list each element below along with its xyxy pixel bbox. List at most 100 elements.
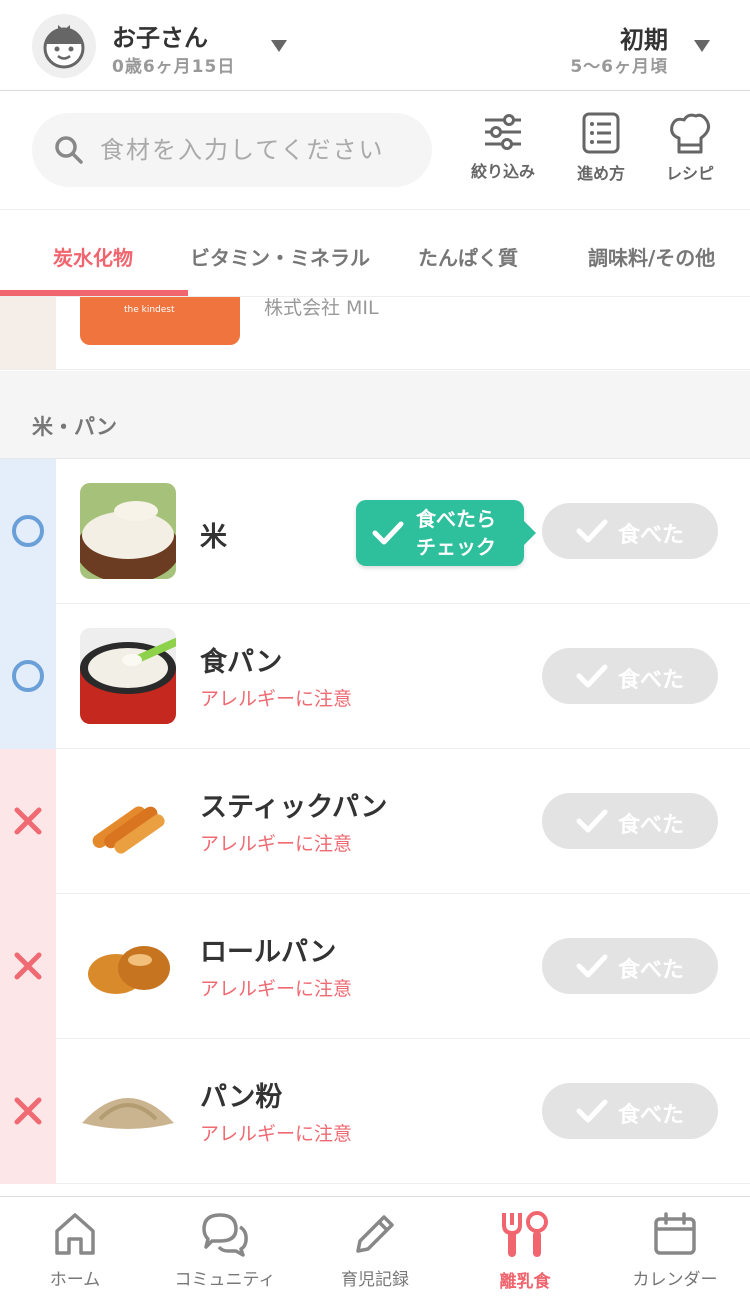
promo-brand-text: the kindest [124, 305, 175, 315]
active-tab-indicator [0, 290, 188, 296]
stage-name[interactable]: 初期 [620, 20, 668, 55]
child-age: 0歳6ヶ月15日 [112, 57, 236, 77]
nav-calendar-label: カレンダー [632, 1270, 718, 1290]
search-input[interactable] [100, 131, 410, 169]
home-icon [55, 1213, 95, 1255]
tooltip-line-1: 食べたら [416, 507, 496, 531]
food-name: 食パン [200, 647, 283, 678]
sliders-icon [485, 114, 521, 150]
ate-label: 食べた [618, 958, 685, 983]
baby-face-icon [43, 25, 85, 69]
recipe-label: レシピ [665, 164, 714, 183]
ate-button[interactable]: 食べた [542, 648, 718, 704]
child-dropdown-icon[interactable] [271, 40, 287, 52]
ate-button[interactable]: 食べた [542, 938, 718, 994]
ate-button[interactable]: 食べた [542, 793, 718, 849]
chef-hat-icon [670, 113, 710, 154]
ate-button[interactable]: 食べた [542, 503, 718, 559]
calendar-icon [654, 1212, 696, 1255]
child-avatar[interactable] [32, 14, 96, 78]
food-photo-breadcrumbs [80, 1063, 176, 1159]
tab-vitamins-minerals[interactable]: ビタミン・ミネラル [190, 242, 370, 271]
food-name: ロールパン [200, 937, 337, 968]
app: お子さん 0歳6ヶ月15日 初期 5〜6ヶ月頃 絞り込み [0, 0, 750, 1296]
cross-icon [14, 807, 42, 835]
status-cell [0, 749, 56, 894]
bottom-nav: ホーム コミュニティ 育児記録 離乳食 カレンダー [0, 1196, 750, 1296]
allergy-warning: アレルギーに注意 [200, 833, 353, 855]
nav-baby-food-label: 離乳食 [499, 1272, 551, 1292]
food-name: パン粉 [200, 1082, 283, 1113]
filter-label: 絞り込み [470, 162, 535, 181]
check-icon [576, 519, 608, 543]
category-tabs: 炭水化物 ビタミン・ミネラル たんぱく質 調味料/その他 [0, 211, 750, 297]
nav-calendar[interactable]: カレンダー [600, 1211, 750, 1291]
food-photo-bread [80, 628, 176, 724]
nav-home-label: ホーム [49, 1270, 101, 1290]
status-cell [0, 894, 56, 1039]
allergy-warning: アレルギーに注意 [200, 1123, 353, 1145]
status-cell [0, 459, 56, 604]
header: お子さん 0歳6ヶ月15日 初期 5〜6ヶ月頃 [0, 0, 750, 91]
check-icon [576, 809, 608, 833]
food-list: 米 食べた 食パン アレルギーに注意 食べた スティックパン アレルギーに注意 … [0, 459, 750, 1184]
search-row: 絞り込み 進め方 レシピ [0, 92, 750, 210]
nav-record-label: 育児記録 [341, 1270, 409, 1290]
ate-label: 食べた [618, 1103, 685, 1128]
section-title: 米・パン [32, 415, 118, 439]
check-icon [372, 521, 404, 545]
nav-home[interactable]: ホーム [0, 1211, 150, 1291]
tooltip-line-2: チェック [416, 535, 496, 559]
cross-icon [14, 952, 42, 980]
chat-icon [202, 1213, 248, 1257]
search-box[interactable] [32, 113, 432, 187]
food-row[interactable]: パン粉 アレルギーに注意 食べた [0, 1039, 750, 1184]
filter-button[interactable]: 絞り込み [458, 112, 548, 190]
stage-dropdown-icon[interactable] [694, 40, 710, 52]
food-photo-roll-bread [80, 918, 176, 1014]
tab-carbohydrates[interactable]: 炭水化物 [53, 242, 133, 271]
check-tooltip[interactable]: 食べたら チェック [356, 500, 536, 566]
food-photo-rice [80, 483, 176, 579]
section-header: 米・パン [0, 371, 750, 459]
pencil-icon [356, 1215, 394, 1253]
food-photo-stick-bread [80, 773, 176, 869]
tooltip-text: 食べたら チェック [416, 505, 520, 561]
recipe-button[interactable]: レシピ [645, 112, 735, 190]
promo-status-bar [0, 297, 56, 369]
ate-button[interactable]: 食べた [542, 1083, 718, 1139]
ate-label: 食べた [618, 813, 685, 838]
ate-label: 食べた [618, 668, 685, 693]
status-cell [0, 604, 56, 749]
guide-button[interactable]: 進め方 [556, 112, 646, 190]
food-row[interactable]: スティックパン アレルギーに注意 食べた [0, 749, 750, 894]
guide-label: 進め方 [576, 164, 625, 183]
check-icon [576, 954, 608, 978]
promo-item[interactable]: the kindest 株式会社 MIL [0, 297, 750, 370]
promo-thumbnail: the kindest [80, 297, 240, 345]
child-name[interactable]: お子さん [112, 18, 208, 53]
allergy-warning: アレルギーに注意 [200, 978, 353, 1000]
status-cell [0, 1039, 56, 1184]
stage-range: 5〜6ヶ月頃 [570, 57, 668, 77]
cross-icon [14, 1097, 42, 1125]
circle-icon [12, 515, 44, 547]
food-row[interactable]: ロールパン アレルギーに注意 食べた [0, 894, 750, 1039]
search-icon [55, 136, 83, 164]
promo-maker: 株式会社 MIL [264, 297, 379, 319]
cutlery-icon [502, 1211, 548, 1257]
tab-protein[interactable]: たんぱく質 [418, 242, 518, 271]
check-icon [576, 1099, 608, 1123]
tab-seasoning-other[interactable]: 調味料/その他 [588, 242, 715, 271]
food-name: スティックパン [200, 792, 388, 823]
nav-community[interactable]: コミュニティ [150, 1211, 300, 1291]
check-icon [576, 664, 608, 688]
ate-label: 食べた [618, 523, 685, 548]
nav-record[interactable]: 育児記録 [300, 1211, 450, 1291]
food-row[interactable]: 食パン アレルギーに注意 食べた [0, 604, 750, 749]
allergy-warning: アレルギーに注意 [200, 688, 353, 710]
nav-baby-food[interactable]: 離乳食 [450, 1211, 600, 1292]
nav-community-label: コミュニティ [174, 1270, 276, 1290]
food-name: 米 [200, 522, 227, 553]
document-icon [582, 112, 620, 154]
